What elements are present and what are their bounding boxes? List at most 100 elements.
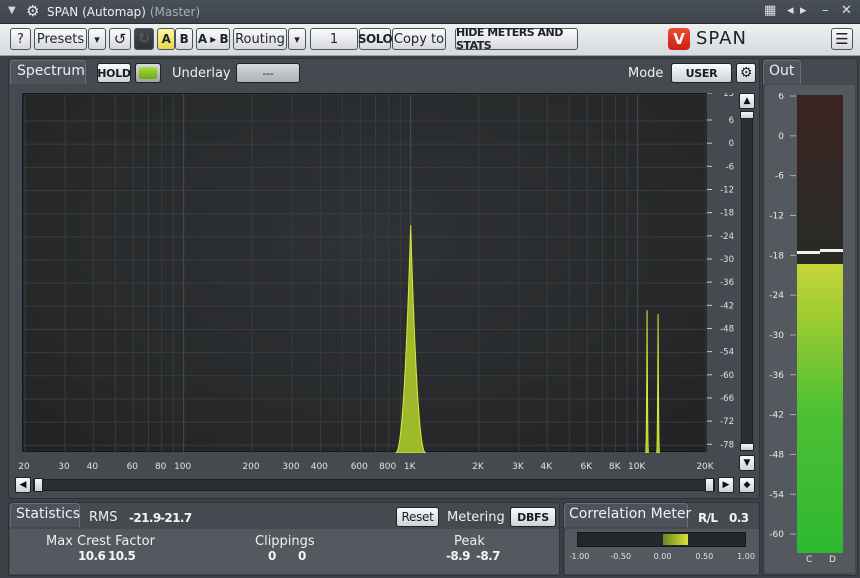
- correlation-bar: [577, 532, 746, 547]
- mode-label: Mode: [628, 66, 664, 81]
- window-title: SPAN (Automap) (Master): [47, 5, 200, 19]
- db-scale: 13 6 0 -6 -12 -18 -24 -30 -36 -42 -48 -54 -60 -66 -72 -…: [707, 93, 734, 450]
- clippings-left-value: 0: [268, 549, 276, 563]
- hold-indicator[interactable]: [135, 63, 161, 83]
- main-menu-button[interactable]: ☰: [831, 28, 853, 50]
- window-title-text: SPAN (Automap): [47, 5, 146, 19]
- settings-button[interactable]: ⚙: [736, 63, 756, 83]
- db-tick-label: 6: [729, 116, 734, 126]
- scroll-thumb-bottom[interactable]: [740, 443, 754, 451]
- undo-button[interactable]: ↺: [109, 28, 131, 50]
- output-scale-label: -30: [769, 331, 784, 341]
- spectrum-plot[interactable]: [22, 93, 708, 454]
- zoom-reset-button[interactable]: ◆: [739, 477, 755, 493]
- hscroll-track[interactable]: [33, 479, 715, 491]
- output-scale-label: -18: [769, 251, 784, 261]
- db-tick-label: -12: [720, 186, 734, 196]
- db-tick-label: -54: [720, 348, 734, 358]
- scroll-track[interactable]: [741, 111, 753, 449]
- copy-a-to-b-button[interactable]: A ▸ B: [196, 28, 230, 50]
- meter-fill: [797, 264, 820, 553]
- db-tick-label: -36: [720, 278, 734, 288]
- clippings-right-value: 0: [298, 549, 306, 563]
- correlation-value: 0.3: [729, 511, 749, 525]
- correlation-tick-label: 0.50: [695, 552, 713, 561]
- state-b-button[interactable]: B: [175, 28, 193, 50]
- next-icon[interactable]: ▸: [800, 3, 807, 18]
- db-tick-label: -42: [720, 301, 734, 311]
- db-tick-label: -48: [720, 324, 734, 334]
- grid-icon[interactable]: ▦: [764, 3, 776, 18]
- presets-dropdown[interactable]: ▾: [88, 28, 106, 50]
- routing-button[interactable]: Routing: [233, 28, 287, 50]
- clippings-label: Clippings: [255, 534, 315, 549]
- frequency-tick-label: 20K: [696, 462, 714, 472]
- db-tick-label: -24: [720, 232, 734, 242]
- correlation-tab-label: Correlation Meter: [569, 506, 692, 522]
- db-tick-label: -66: [720, 394, 734, 404]
- db-tick-label: -72: [720, 417, 734, 427]
- routing-dropdown[interactable]: ▾: [288, 28, 306, 50]
- scroll-up-button[interactable]: ▲: [739, 93, 755, 109]
- correlation-scale: -1.00 -0.50 0.00 0.50 1.00: [570, 552, 755, 561]
- output-meter-channel-c: [797, 95, 820, 553]
- frequency-tick-label: 8K: [609, 462, 622, 472]
- db-tick-label: -18: [720, 209, 734, 219]
- hscroll-thumb-right[interactable]: [705, 478, 714, 492]
- max-crest-left-value: 10.6: [78, 549, 106, 563]
- metering-select[interactable]: DBFS: [510, 507, 556, 527]
- copy-to-button[interactable]: Copy to: [392, 28, 446, 50]
- output-scale-label: -48: [769, 450, 784, 460]
- minimize-button[interactable]: –: [822, 3, 829, 18]
- window-subtitle: (Master): [149, 5, 201, 19]
- title-bar: ▼ ⚙ SPAN (Automap) (Master) ▦ ◂ ▸ – ✕: [0, 0, 860, 24]
- output-scale-label: -6: [775, 172, 784, 182]
- help-button[interactable]: ?: [10, 28, 31, 50]
- scroll-thumb-top[interactable]: [740, 111, 754, 119]
- output-scale-label: -12: [769, 211, 784, 221]
- state-a-button[interactable]: A: [157, 28, 175, 50]
- underlay-label: Underlay: [172, 66, 231, 81]
- presets-button[interactable]: Presets: [34, 28, 87, 50]
- frequency-tick-label: 300: [282, 462, 299, 472]
- hide-meters-button[interactable]: HIDE METERS AND STATS: [455, 26, 578, 52]
- output-scale-label: -36: [769, 371, 784, 381]
- scroll-left-button[interactable]: ◀: [15, 477, 31, 493]
- frequency-tick-label: 3K: [512, 462, 525, 472]
- frequency-scale: 20 30 40 60 80 100 200 300 400 600 800 1K 2K 3K 4K 6K 8K…: [18, 462, 714, 472]
- redo-button[interactable]: ↻: [134, 28, 154, 50]
- correlation-tick-label: 0.00: [654, 552, 672, 561]
- output-scale-label: -42: [769, 411, 784, 421]
- underlay-select[interactable]: ---: [236, 63, 300, 83]
- gear-icon: ⚙: [739, 65, 753, 81]
- output-scale-label: -54: [769, 490, 784, 500]
- db-tick-label: -60: [720, 371, 734, 381]
- hold-button[interactable]: HOLD: [97, 63, 131, 83]
- spectrum-svg: [23, 93, 708, 454]
- close-button[interactable]: ✕: [841, 3, 852, 18]
- previous-icon[interactable]: ◂: [787, 3, 794, 18]
- max-crest-label: Max Crest Factor: [46, 534, 155, 549]
- correlation-tick-label: -0.50: [610, 552, 631, 561]
- hscroll-thumb-left[interactable]: [34, 478, 43, 492]
- rms-right-value: -21.7: [160, 511, 192, 525]
- frequency-tick-label: 20: [18, 462, 30, 472]
- gear-icon[interactable]: ⚙: [26, 2, 39, 20]
- scroll-down-button[interactable]: ▼: [739, 455, 755, 471]
- reset-button[interactable]: Reset: [396, 507, 439, 527]
- window-menu-icon[interactable]: ▼: [8, 5, 16, 16]
- frequency-tick-label: 400: [311, 462, 328, 472]
- horizontal-scrollbar[interactable]: ◀ ▶ ◆: [15, 477, 755, 493]
- db-tick-label: 0: [729, 139, 734, 149]
- solo-button[interactable]: SOLO: [358, 28, 393, 50]
- vertical-scrollbar[interactable]: ▲ ▼: [739, 93, 755, 473]
- correlation-bar-fill: [662, 534, 688, 545]
- scroll-right-button[interactable]: ▶: [718, 477, 734, 493]
- channel-group-field[interactable]: 1: [310, 28, 358, 50]
- redo-icon: ↻: [138, 31, 150, 47]
- db-tick-label: -30: [720, 255, 734, 265]
- peak-right-value: -8.7: [476, 549, 500, 563]
- peak-left-value: -8.9: [446, 549, 470, 563]
- mode-select[interactable]: USER: [671, 63, 732, 83]
- output-scale-label: 0: [778, 132, 784, 142]
